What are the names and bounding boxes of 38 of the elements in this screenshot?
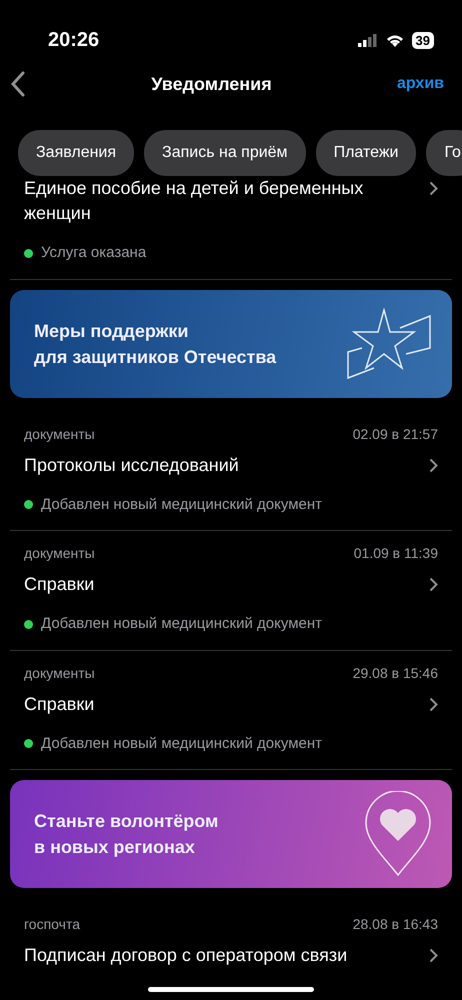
category-label: документы xyxy=(24,544,95,563)
date-label: 29.08 в 15:46 xyxy=(352,664,438,682)
chevron-icon xyxy=(429,181,438,196)
banner-text: Меры поддержки для защитников Отечества xyxy=(34,320,276,369)
status-text: Добавлен новый медицинский документ xyxy=(41,734,322,754)
notification-title[interactable]: Протоколы исследований xyxy=(24,452,239,478)
archive-link[interactable]: архив xyxy=(396,72,444,96)
battery-level: 39 xyxy=(412,32,434,48)
filter-chip[interactable]: Запись на приём xyxy=(144,130,306,176)
clock-time: 20:26 xyxy=(48,28,100,53)
category-label: документы xyxy=(24,424,95,444)
heart-pin-icon xyxy=(364,791,432,877)
category-label: госпочта xyxy=(24,915,80,934)
status-text: Услуга оказана xyxy=(41,243,146,263)
date-label: 02.09 в 21:57 xyxy=(352,424,438,444)
signal-icon xyxy=(358,34,378,46)
promo-banner[interactable]: Станьте волонтёром в новых регионах xyxy=(10,780,452,888)
promo-banner[interactable]: Меры поддержки для защитников Отечества xyxy=(10,290,452,398)
wifi-icon xyxy=(386,34,404,46)
date-label: 28.08 в 16:43 xyxy=(352,915,438,934)
category-label: документы xyxy=(24,664,95,683)
page-title: Уведомления xyxy=(151,72,272,96)
chevron-icon xyxy=(429,458,438,472)
notification-title[interactable]: Подписан договор с оператором связи xyxy=(24,943,348,968)
notification-title[interactable]: Единое пособие на детей и беременных женщин xyxy=(24,176,413,226)
date-label: 01.09 в 11:39 xyxy=(354,544,438,563)
notification-title[interactable]: Справки xyxy=(24,572,94,597)
filter-chip[interactable]: Платежи xyxy=(316,130,416,176)
chevron-icon xyxy=(429,696,438,712)
back-button[interactable] xyxy=(10,71,26,97)
banner-text: Станьте волонтёром в новых регионах xyxy=(34,810,218,859)
chevron-icon xyxy=(429,577,438,592)
filter-chip[interactable]: Заявления xyxy=(18,130,134,176)
status-text: Добавлен новый медицинский документ xyxy=(41,614,322,634)
status-text: Добавлен новый медицинский документ xyxy=(41,494,322,514)
filter-chip[interactable]: Го xyxy=(426,130,462,176)
chevron-icon xyxy=(429,948,438,963)
notification-title[interactable]: Справки xyxy=(24,692,94,716)
